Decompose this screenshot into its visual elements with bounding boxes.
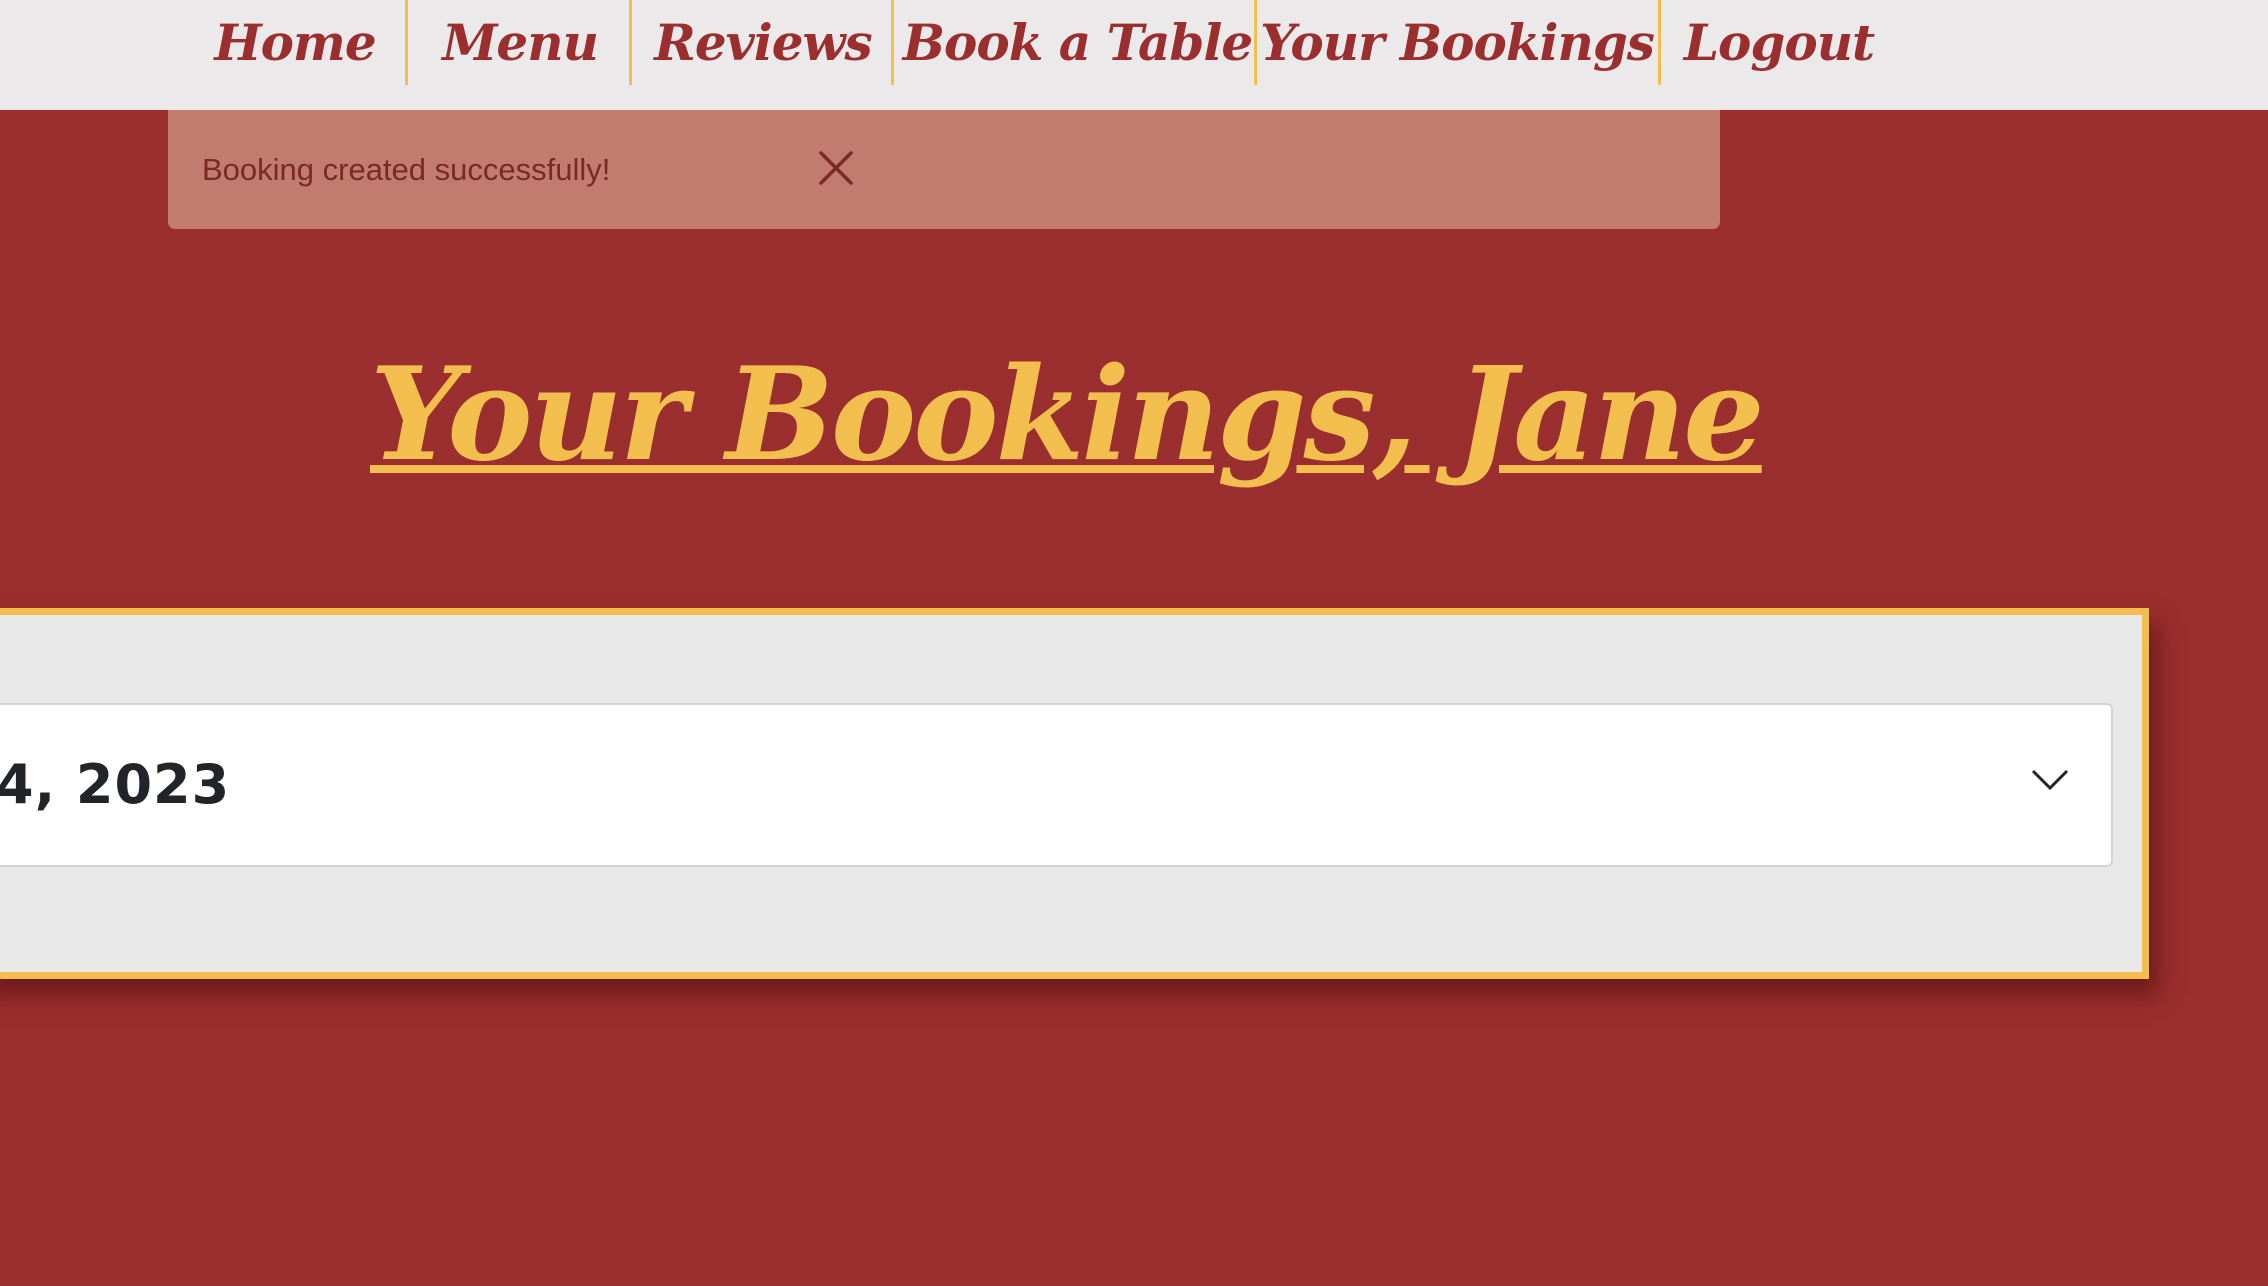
nav-divider — [405, 0, 408, 85]
nav-home-link[interactable]: Home — [214, 0, 376, 85]
nav-book-a-table-link[interactable]: Book a Table — [903, 0, 1253, 85]
close-icon[interactable] — [818, 150, 854, 186]
nav-divider — [629, 0, 632, 85]
nav-divider — [1658, 0, 1661, 85]
nav-divider — [891, 0, 894, 85]
nav-logout-link[interactable]: Logout — [1684, 0, 1875, 85]
nav-divider — [1254, 0, 1257, 85]
booking-date-label: 4, 2023 — [0, 753, 231, 816]
page-title: Your Bookings, Jane — [370, 340, 1765, 490]
booking-accordion-header[interactable]: 4, 2023 — [0, 703, 2113, 867]
top-navbar: Home Menu Reviews Book a Table Your Book… — [0, 0, 2268, 110]
success-alert: Booking created successfully! — [168, 110, 1720, 229]
alert-message: Booking created successfully! — [202, 152, 611, 187]
nav-your-bookings-link[interactable]: Your Bookings — [1260, 0, 1655, 85]
chevron-down-icon — [2030, 767, 2070, 793]
nav-reviews-link[interactable]: Reviews — [654, 0, 872, 85]
nav-menu-link[interactable]: Menu — [442, 0, 599, 85]
